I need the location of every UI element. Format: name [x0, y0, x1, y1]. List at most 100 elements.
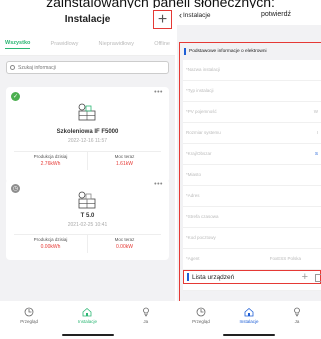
search-placeholder: Szukaj informacji [18, 64, 56, 71]
field-value: FoxESS Polska [269, 256, 301, 261]
field-postal-code[interactable]: *Kod pocztowy [183, 228, 321, 249]
add-device-icon[interactable]: + [302, 271, 308, 283]
page-caption: zainstalowanych paneli słonecznych: [46, 0, 275, 8]
plus-icon: + [157, 10, 168, 28]
home-indicator [223, 334, 275, 336]
user-icon [294, 307, 300, 317]
user-icon [142, 307, 149, 317]
clock-icon: ◷ [11, 184, 20, 193]
stat-production-today: Produkcja dzisiaj 0.00kWh [14, 235, 87, 253]
chevron-left-icon: ‹ [179, 10, 182, 20]
field-label: *Nazwa instalacji [186, 67, 221, 72]
section-marker [187, 273, 189, 281]
tab-normal[interactable]: Prawidłowy [51, 41, 79, 47]
stat-value: 0.00kWh [40, 244, 61, 250]
form-fields: *Nazwa instalacji *Typ instalacji *PV po… [183, 60, 321, 291]
field-label: *Kraj/Obszar [186, 151, 212, 156]
search-icon [10, 65, 15, 70]
stat-production-today: Produkcja dzisiaj 2.76kWh [14, 152, 87, 170]
confirm-button[interactable]: potwierdź [261, 11, 291, 18]
solar-plant-icon [78, 191, 96, 209]
field-label: *PV pojemność [186, 109, 217, 114]
installation-name: T 5.0 [80, 213, 95, 219]
nav-me[interactable]: Ja [277, 307, 317, 324]
form-header: ‹ Instalacje potwierdź [177, 8, 321, 25]
stat-value: 0.00kW [116, 244, 133, 250]
stat-label: Moc teraz [114, 237, 135, 242]
field-address[interactable]: *Adres [183, 186, 321, 207]
field-pv-capacity[interactable]: *PV pojemność W [183, 102, 321, 123]
status-tabs: Wszystko Prawidłowy Nieprawidłowy Offlin… [0, 33, 175, 56]
nav-installations[interactable]: Instalacje [67, 307, 107, 324]
installation-card[interactable]: ◷ ••• T 5.0 2021-02-25 10:41 Produkcja d… [6, 179, 169, 260]
home-icon [83, 307, 92, 317]
scan-icon[interactable] [315, 274, 321, 282]
field-label: *Typ instalacji [186, 88, 214, 93]
field-label: *Kod pocztowy [186, 235, 216, 240]
stat-power-now: Moc teraz 0.00kW [87, 235, 161, 253]
tab-abnormal[interactable]: Nieprawidłowy [99, 41, 134, 47]
page-title: Instalacje [64, 14, 111, 25]
installations-header: Instalacje + [0, 8, 175, 33]
nav-label: Ja [143, 319, 149, 324]
field-value: W [313, 109, 318, 114]
nav-installations[interactable]: Instalacje [229, 307, 269, 324]
nav-label: Przegląd [20, 319, 39, 324]
nav-me[interactable]: Ja [126, 307, 166, 324]
installation-date: 2021-02-25 10:41 [67, 222, 108, 228]
installation-card[interactable]: ✓ ••• Szkoleniowa IF F5000 2022-12-16 11… [6, 87, 169, 183]
installation-stats: Produkcja dzisiaj 2.76kWh Moc teraz 1.61… [14, 151, 161, 170]
stat-label: Produkcja dzisiaj [33, 237, 68, 242]
more-options-icon[interactable]: ••• [154, 181, 163, 188]
stat-value: 2.76kWh [40, 161, 61, 167]
section-title: Podstawowe informacje o elektrowni [189, 49, 267, 54]
installation-name: Szkoleniowa IF F5000 [56, 129, 119, 135]
device-list-row[interactable]: Lista urządzeń + [183, 270, 321, 284]
home-icon [244, 307, 254, 317]
field-label: *Agent [186, 256, 200, 261]
field-installation-type[interactable]: *Typ instalacji [183, 81, 321, 102]
section-marker [184, 48, 186, 55]
field-value: I [316, 130, 318, 135]
field-agent[interactable]: *Agent FoxESS Polska [183, 249, 321, 270]
nav-label: Instalacje [77, 319, 97, 324]
stat-label: Produkcja dzisiaj [33, 154, 68, 159]
more-options-icon[interactable]: ••• [154, 89, 163, 96]
tab-all[interactable]: Wszystko [5, 40, 31, 49]
field-label: *Strefa czasowa [186, 214, 219, 219]
installation-stats: Produkcja dzisiaj 0.00kWh Moc teraz 0.00… [14, 234, 161, 253]
back-label: Instalacje [183, 12, 211, 19]
search-input[interactable]: Szukaj informacji [6, 61, 169, 74]
nav-overview[interactable]: Przegląd [9, 307, 49, 324]
tab-offline[interactable]: Offline [154, 41, 170, 47]
device-list-label: Lista urządzeń [192, 273, 235, 281]
nav-label: Ja [294, 319, 300, 324]
field-timezone[interactable]: *Strefa czasowa [183, 207, 321, 228]
nav-overview[interactable]: Przegląd [181, 307, 221, 324]
bottom-nav: Przegląd Instalacje Ja [177, 301, 321, 339]
add-installation-button[interactable]: + [153, 10, 172, 29]
bottom-nav: Przegląd Instalacje Ja [0, 301, 175, 339]
field-installation-name[interactable]: *Nazwa instalacji [183, 60, 321, 81]
field-country[interactable]: *Kraj/Obszar S [183, 144, 321, 165]
back-button[interactable]: ‹ Instalacje [179, 11, 210, 20]
stat-label: Moc teraz [114, 154, 135, 159]
section-header: Podstawowe informacje o elektrowni [184, 48, 267, 55]
installations-screen: Instalacje + Wszystko Prawidłowy Niepraw… [0, 8, 175, 339]
nav-label: Przegląd [192, 319, 210, 324]
overview-icon [196, 307, 206, 317]
nav-label: Instalacje [239, 319, 259, 324]
stat-power-now: Moc teraz 1.61kW [87, 152, 161, 170]
field-label: *Adres [186, 193, 200, 198]
field-value: S [314, 151, 318, 156]
check-icon: ✓ [11, 92, 20, 101]
overview-icon [24, 307, 34, 317]
stat-value: 1.61kW [116, 161, 133, 167]
field-label: *Miasto [186, 172, 202, 177]
home-indicator [62, 334, 114, 336]
field-city[interactable]: *Miasto [183, 165, 321, 186]
field-label: Rozmiar systemu [186, 130, 221, 135]
solar-plant-icon [78, 103, 96, 121]
installation-form-screen: ‹ Instalacje potwierdź Podstawowe inform… [177, 8, 321, 339]
field-system-size[interactable]: Rozmiar systemu I [183, 123, 321, 144]
